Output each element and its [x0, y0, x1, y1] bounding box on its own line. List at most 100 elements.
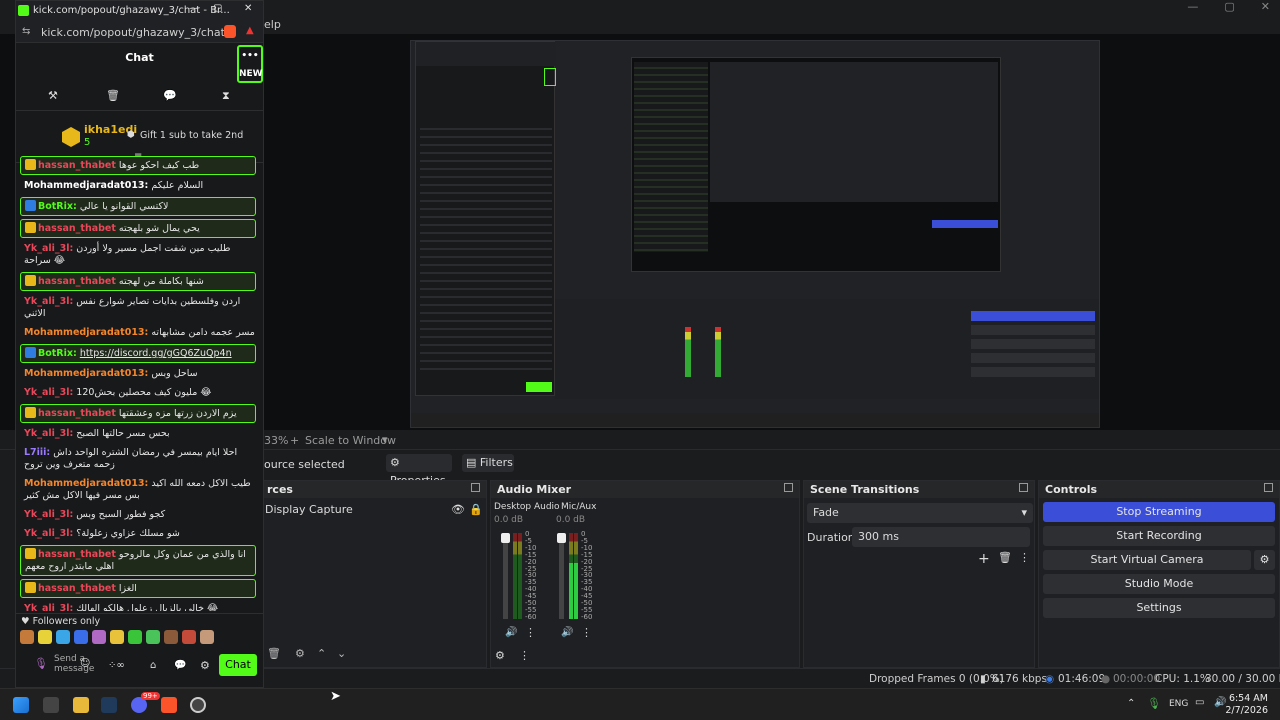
transition-menu-icon[interactable]: ⋮ [1019, 551, 1030, 564]
store-icon[interactable]: ⌂ [150, 660, 156, 671]
chat-username[interactable]: hassan_thabet [38, 223, 116, 234]
chat-bubble-icon[interactable]: 💬 [163, 89, 177, 102]
task-view-icon[interactable] [43, 697, 59, 713]
transition-select[interactable]: Fade ▾ [807, 503, 1033, 523]
undock-icon[interactable] [1264, 483, 1273, 492]
duration-input[interactable]: 300 ms [852, 527, 1030, 547]
brave-shield-icon[interactable] [224, 25, 236, 38]
emote-7[interactable] [128, 630, 142, 644]
brave-rewards-icon[interactable]: ▲ [246, 25, 254, 36]
trash-icon[interactable]: 🗑 [106, 89, 120, 102]
desktop-audio-speaker-icon[interactable]: 🔊 [505, 627, 517, 638]
chat-username[interactable]: hassan_thabet [38, 549, 116, 560]
trash-icon[interactable]: 🗑 [267, 647, 281, 660]
hammer-icon[interactable]: ⚒ [48, 89, 58, 102]
chat-text[interactable]: https://discord.gg/gGQ6ZuQp4n [80, 348, 232, 359]
gear-icon[interactable]: ⚙ [200, 659, 210, 672]
chat-bubble-icon[interactable]: 💬 [174, 660, 186, 671]
scale-dropdown-icon[interactable]: ▾ [382, 433, 388, 446]
chat-username[interactable]: Mohammedjaradat013: [24, 327, 148, 338]
stop-streaming-button[interactable]: Stop Streaming [1043, 502, 1275, 522]
start-recording-button[interactable]: Start Recording [1043, 526, 1275, 546]
desktop-audio-slider[interactable] [501, 533, 510, 619]
audio-menu-icon[interactable]: ⋮ [519, 649, 530, 662]
steam-icon[interactable] [101, 697, 117, 713]
close-icon[interactable]: ✕ [1261, 0, 1270, 13]
menu-help[interactable]: elp [264, 18, 281, 31]
chat-username[interactable]: Yk_ali_3l: [24, 509, 73, 520]
maximize-icon[interactable]: ▢ [213, 3, 222, 14]
gear-icon[interactable]: ⚙ [295, 647, 305, 660]
chat-username[interactable]: hassan_thabet [38, 408, 116, 419]
chat-username[interactable]: Yk_ali_3l: [24, 296, 73, 307]
chat-username[interactable]: Mohammedjaradat013: [24, 478, 148, 489]
emote-6[interactable] [110, 630, 124, 644]
emote-9[interactable] [164, 630, 178, 644]
eye-icon[interactable]: 👁 [451, 503, 465, 516]
emote-5[interactable] [92, 630, 106, 644]
mic-aux-speaker-icon[interactable]: 🔊 [561, 627, 573, 638]
advanced-audio-icon[interactable]: ⚙ [495, 649, 505, 662]
minimize-icon[interactable]: — [1187, 0, 1198, 13]
mic-aux-menu-icon[interactable]: ⋮ [581, 626, 592, 639]
infinity-icon[interactable]: ⁘∞ [108, 660, 125, 671]
url-field[interactable]: kick.com/popout/ghazawy_3/chat [41, 26, 225, 39]
chat-username[interactable]: Yk_ali_3l: [24, 243, 73, 254]
chat-username[interactable]: Yk_ali_3l: [24, 428, 73, 439]
emote-3[interactable] [56, 630, 70, 644]
start-virtual-camera-button[interactable]: Start Virtual Camera [1043, 550, 1251, 570]
zoom-add-icon[interactable]: + [290, 434, 299, 447]
language-indicator[interactable]: ENG [1169, 699, 1188, 709]
chat-username[interactable]: hassan_thabet [38, 276, 116, 287]
new-button[interactable]: ••• NEW [237, 45, 263, 83]
add-transition-icon[interactable]: + [978, 551, 990, 567]
chat-username[interactable]: Yk_ali_3l: [24, 528, 73, 539]
network-icon[interactable]: ▭ [1195, 697, 1204, 708]
obs-icon[interactable] [190, 697, 206, 713]
emote-1[interactable] [20, 630, 34, 644]
chat-username[interactable]: BotRix: [38, 201, 77, 212]
undock-icon[interactable] [784, 483, 793, 492]
chat-username[interactable]: L7iii: [24, 447, 50, 458]
mic-icon[interactable]: 🎙 [34, 657, 48, 670]
brave-icon[interactable] [161, 697, 177, 713]
chat-username[interactable]: hassan_thabet [38, 160, 116, 171]
chat-username[interactable]: Yk_ali_3l: [24, 603, 73, 611]
file-explorer-icon[interactable] [73, 697, 89, 713]
chat-username[interactable]: Mohammedjaradat013: [24, 180, 148, 191]
properties-button[interactable]: ⚙ Properties [386, 454, 452, 487]
desktop-audio-menu-icon[interactable]: ⋮ [525, 626, 536, 639]
site-info-icon[interactable]: ⇆ [22, 26, 30, 37]
trash-icon[interactable]: 🗑 [998, 551, 1012, 564]
close-icon[interactable]: ✕ [244, 3, 252, 14]
chat-username[interactable]: BotRix: [38, 348, 77, 359]
mic-tray-icon[interactable]: 🎙 [1147, 697, 1161, 710]
chevron-up-icon[interactable]: ⌃ [317, 647, 326, 660]
lock-icon[interactable]: 🔒 [469, 503, 483, 516]
windows-start-icon[interactable] [13, 697, 29, 713]
hourglass-icon[interactable]: ⧗ [222, 89, 230, 103]
source-item[interactable]: Display Capture 👁 🔒 [265, 503, 483, 521]
chevron-down-icon[interactable]: ⌄ [337, 647, 346, 660]
emote-4[interactable] [74, 630, 88, 644]
undock-icon[interactable] [471, 483, 480, 492]
chat-username[interactable]: Yk_ali_3l: [24, 387, 73, 398]
clock[interactable]: 6:54 AM 2/7/2026 [1225, 693, 1268, 717]
virtual-camera-settings-icon[interactable]: ⚙ [1254, 550, 1275, 570]
minimize-icon[interactable]: — [189, 3, 199, 14]
chat-username[interactable]: hassan_thabet [38, 583, 116, 594]
preview-canvas[interactable] [410, 40, 1100, 428]
emoji-icon[interactable]: ☺ [80, 658, 90, 669]
message-input[interactable]: 🎙 Send a message ☺ [22, 652, 94, 678]
mic-aux-slider[interactable] [557, 533, 566, 619]
emote-11[interactable] [200, 630, 214, 644]
settings-button[interactable]: Settings [1043, 598, 1275, 618]
send-chat-button[interactable]: Chat [219, 654, 257, 676]
emote-8[interactable] [146, 630, 160, 644]
chat-username[interactable]: Mohammedjaradat013: [24, 368, 148, 379]
tray-chevron-up-icon[interactable]: ⌃ [1127, 698, 1135, 709]
maximize-icon[interactable]: ▢ [1224, 0, 1234, 13]
filters-button[interactable]: ▤ Filters [462, 454, 514, 472]
undock-icon[interactable] [1019, 483, 1028, 492]
chat-scrollbar[interactable] [263, 581, 264, 605]
